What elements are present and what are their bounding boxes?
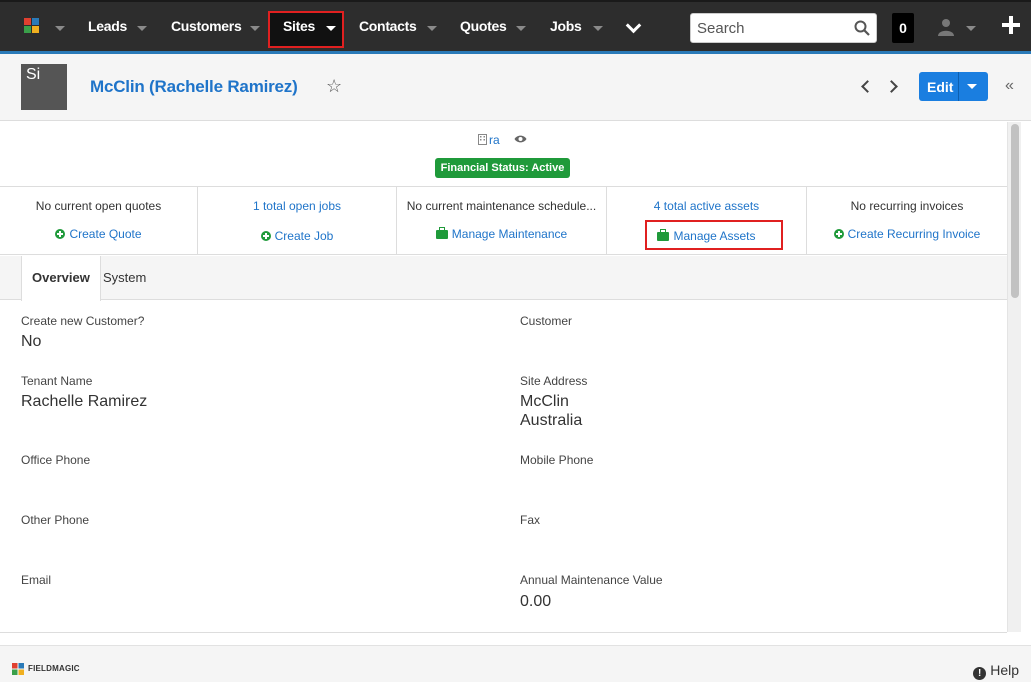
search-icon[interactable]: [854, 20, 870, 36]
tab-bar: Overview System: [0, 256, 1007, 301]
collapse-panel-icon[interactable]: «: [1005, 77, 1014, 95]
nav-contacts[interactable]: Contacts: [359, 2, 417, 53]
user-menu-caret-icon[interactable]: [966, 26, 976, 31]
edit-button-divider: [958, 72, 959, 101]
annual-maintenance-value: 0.00: [520, 593, 552, 610]
active-assets-link[interactable]: 4 total active assets: [607, 199, 806, 213]
nav-jobs-caret-icon[interactable]: [593, 26, 603, 31]
briefcase-icon: [435, 227, 448, 239]
plus-circle-icon: [55, 229, 66, 239]
help-label: Help: [990, 662, 1019, 678]
search-input[interactable]: Search: [690, 13, 877, 43]
top-navigation: Leads Customers Sites Contacts Quotes Jo…: [0, 0, 1031, 51]
vertical-scrollbar[interactable]: [1007, 122, 1021, 632]
nav-customers[interactable]: Customers: [171, 2, 242, 53]
mobile-phone-label: Mobile Phone: [520, 453, 594, 467]
annual-maintenance-label: Annual Maintenance Value: [520, 573, 663, 587]
edit-button[interactable]: Edit: [919, 72, 988, 101]
plus-circle-icon: [260, 231, 271, 241]
nav-quotes[interactable]: Quotes: [460, 2, 507, 53]
help-link[interactable]: ! Help: [973, 662, 1019, 680]
content-divider: [0, 632, 1007, 633]
financial-status-badge: Financial Status: Active: [435, 158, 570, 178]
footer-brand: FIELDMAGIC: [28, 664, 80, 673]
other-phone-label: Other Phone: [21, 513, 90, 527]
add-new-plus-icon[interactable]: [1002, 16, 1020, 34]
scrollbar-thumb[interactable]: [1011, 124, 1019, 298]
summary-stats: No current open quotes Create Quote 1 to…: [0, 186, 1007, 255]
tenant-name-label: Tenant Name: [21, 374, 93, 388]
app-menu-caret-icon[interactable]: [55, 26, 65, 31]
nav-leads[interactable]: Leads: [88, 2, 127, 53]
edit-dropdown-caret-icon[interactable]: [967, 84, 977, 89]
help-icon: !: [973, 667, 987, 680]
more-menu-chevron-icon[interactable]: [625, 17, 642, 34]
app-logo-icon[interactable]: [24, 18, 40, 34]
stat-jobs: 1 total open jobs Create Job: [198, 187, 397, 254]
site-address-line2: Australia: [520, 412, 583, 429]
building-link-text: ra: [489, 133, 500, 147]
stat-maintenance: No current maintenance schedule... Manag…: [397, 187, 607, 254]
nav-leads-caret-icon[interactable]: [137, 26, 147, 31]
building-link[interactable]: ra: [478, 133, 500, 147]
nav-sites-caret-icon[interactable]: [326, 26, 336, 31]
record-avatar: Si: [21, 64, 67, 110]
building-icon: [478, 134, 487, 145]
create-recurring-invoice-link[interactable]: Create Recurring Invoice: [807, 227, 1007, 241]
page-title[interactable]: McClin (Rachelle Ramirez): [90, 77, 298, 97]
eye-icon[interactable]: [514, 134, 527, 144]
manage-maintenance-label: Manage Maintenance: [451, 227, 568, 241]
next-record-icon[interactable]: [885, 80, 898, 93]
nav-quotes-caret-icon[interactable]: [516, 26, 526, 31]
site-address-line1: McClin: [520, 393, 569, 410]
stat-quotes: No current open quotes Create Quote: [0, 187, 198, 254]
edit-button-label: Edit: [927, 79, 954, 95]
stat-quotes-text: No current open quotes: [35, 199, 162, 213]
footer: FIELDMAGIC ! Help: [0, 645, 1031, 682]
fieldmagic-logo-icon: [12, 663, 24, 675]
notification-count-badge[interactable]: 0: [892, 13, 914, 43]
fax-label: Fax: [520, 513, 541, 527]
stat-maintenance-text: No current maintenance schedule...: [406, 199, 597, 213]
user-icon[interactable]: [938, 18, 954, 36]
nav-jobs[interactable]: Jobs: [550, 2, 582, 53]
tab-overview[interactable]: Overview: [21, 256, 101, 301]
stat-invoices-text: No recurring invoices: [850, 199, 964, 213]
search-placeholder: Search: [697, 20, 745, 37]
create-quote-label: Create Quote: [69, 227, 142, 241]
manage-maintenance-link[interactable]: Manage Maintenance: [397, 227, 606, 241]
create-quote-link[interactable]: Create Quote: [0, 227, 197, 241]
record-header: Si McClin (Rachelle Ramirez) ☆ Edit «: [0, 54, 1031, 121]
office-phone-label: Office Phone: [21, 453, 91, 467]
nav-contacts-caret-icon[interactable]: [427, 26, 437, 31]
previous-record-icon[interactable]: [861, 80, 874, 93]
create-job-link[interactable]: Create Job: [198, 229, 396, 243]
manage-assets-highlight: [645, 220, 783, 250]
plus-circle-icon: [833, 229, 844, 239]
tab-system[interactable]: System: [93, 256, 156, 300]
create-customer-label: Create new Customer?: [21, 314, 145, 328]
nav-customers-caret-icon[interactable]: [250, 26, 260, 31]
tenant-name-value: Rachelle Ramirez: [21, 393, 148, 410]
open-jobs-link[interactable]: 1 total open jobs: [198, 199, 396, 213]
email-label: Email: [21, 573, 52, 587]
create-recurring-invoice-label: Create Recurring Invoice: [847, 227, 981, 241]
site-address-label: Site Address: [520, 374, 588, 388]
create-job-label: Create Job: [274, 229, 334, 243]
stat-invoices: No recurring invoices Create Recurring I…: [807, 187, 1007, 254]
create-customer-value: No: [21, 333, 42, 350]
star-icon[interactable]: ☆: [326, 76, 342, 97]
customer-label: Customer: [520, 314, 573, 328]
nav-sites[interactable]: Sites: [283, 2, 315, 53]
